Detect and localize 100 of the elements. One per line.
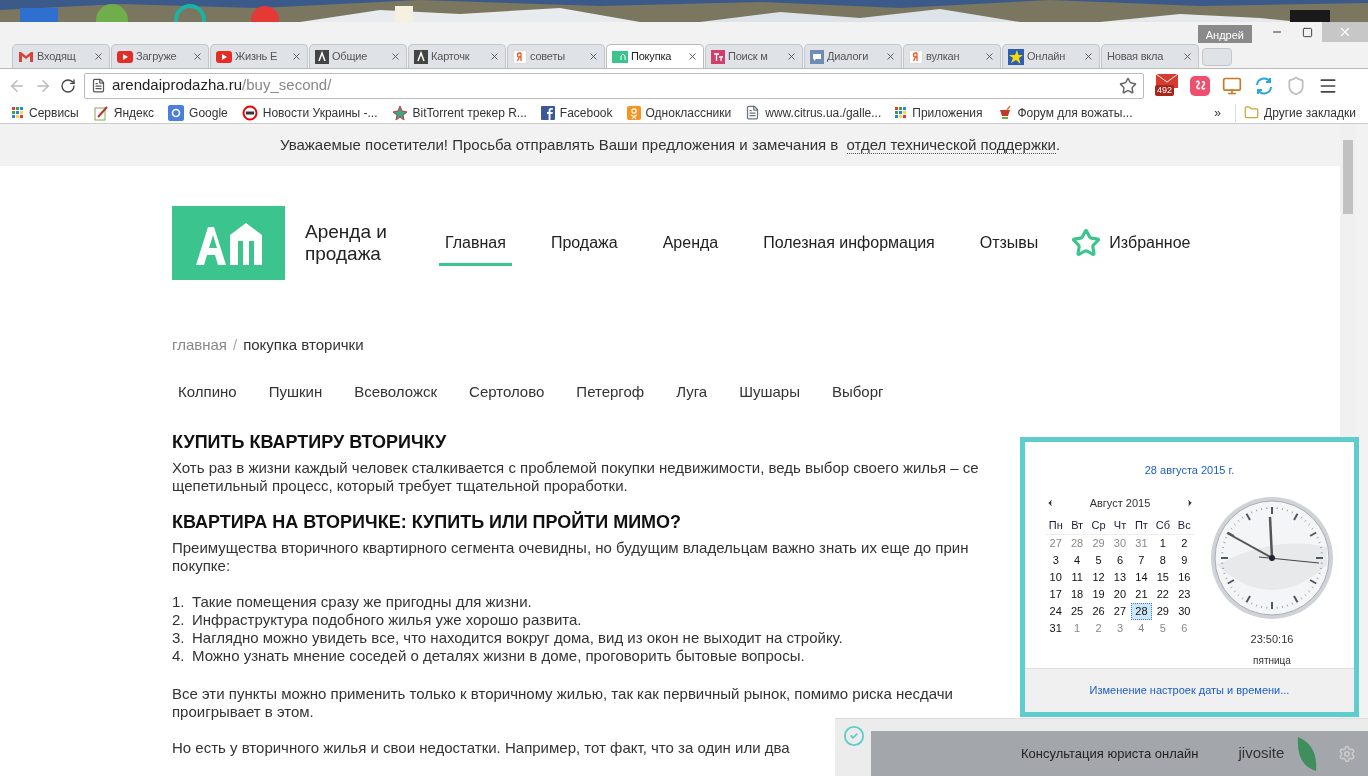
nav-link[interactable]: Главная (439, 220, 512, 266)
browser-tab[interactable]: Карточк (408, 44, 506, 68)
calendar-day[interactable]: 8 (1152, 551, 1174, 569)
bookmark-link[interactable]: Сервисы (29, 103, 79, 122)
nav-link[interactable]: Полезная информация (757, 220, 941, 266)
close-icon[interactable] (390, 51, 401, 62)
close-icon[interactable] (1083, 51, 1094, 62)
city-link[interactable]: Шушары (739, 380, 800, 403)
bookmark-folder[interactable]: Другие закладки (1264, 103, 1356, 122)
chat-bar[interactable]: Консультация юриста онлайн jivosite (871, 731, 1368, 776)
calendar-day[interactable]: 26 (1087, 602, 1110, 620)
close-icon[interactable] (93, 51, 104, 62)
calendar-day[interactable]: 31 (1045, 619, 1067, 637)
calendar-day[interactable]: 1 (1066, 619, 1088, 637)
support-link[interactable]: отдел технической поддержки (846, 135, 1056, 154)
calendar-day[interactable]: 4 (1130, 619, 1153, 637)
calendar-day[interactable]: 9 (1173, 551, 1195, 569)
city-link[interactable]: Всеволожск (354, 380, 438, 403)
browser-tab[interactable]: Жизнь Е (210, 44, 308, 68)
close-icon[interactable] (489, 51, 500, 62)
browser-tab[interactable]: Новая вкла (1101, 44, 1199, 68)
close-icon[interactable] (291, 51, 302, 62)
calendar-day[interactable]: 1 (1152, 534, 1174, 552)
browser-tab[interactable]: Диалоги (804, 44, 902, 68)
sync-arrows-icon[interactable] (1254, 75, 1274, 96)
calendar-day[interactable]: 23 (1173, 585, 1195, 603)
browser-tab[interactable]: Загруже (111, 44, 209, 68)
calendar-day[interactable]: 29 (1152, 602, 1174, 620)
calendar-day[interactable]: 13 (1109, 568, 1131, 586)
bookmark-link[interactable]: Одноклассники (645, 103, 732, 122)
bookmark-star-icon[interactable] (1119, 76, 1137, 95)
city-link[interactable]: Петергоф (576, 380, 645, 403)
calendar-day[interactable]: 2 (1087, 619, 1110, 637)
browser-tab[interactable]: Поиск м (705, 44, 803, 68)
calendar-day[interactable]: 2 (1173, 534, 1195, 552)
mail-extension-button[interactable]: 492 (1156, 73, 1178, 98)
browser-tab[interactable]: Покупка (606, 44, 704, 68)
close-icon[interactable] (885, 51, 896, 62)
nav-link[interactable]: Аренда (656, 220, 725, 266)
reload-icon[interactable] (60, 77, 76, 94)
favorites-link[interactable]: Избранное (1109, 231, 1191, 255)
browser-tab[interactable]: Входящ (12, 44, 110, 68)
calendar-day[interactable]: 30 (1173, 602, 1195, 620)
nav-link[interactable]: Продажа (544, 220, 624, 266)
calendar-day[interactable]: 20 (1109, 585, 1131, 603)
city-link[interactable]: Луга (676, 380, 708, 403)
calendar-day[interactable]: 19 (1087, 585, 1110, 603)
close-icon[interactable] (687, 51, 698, 62)
calendar-day[interactable]: 14 (1130, 568, 1153, 586)
bookmark-link[interactable]: Facebook (559, 103, 613, 122)
bookmark-link[interactable]: Google (189, 103, 228, 122)
city-link[interactable]: Сертолово (469, 380, 545, 403)
calendar-day[interactable]: 7 (1130, 551, 1153, 569)
browser-tab[interactable]: Онлайн (1002, 44, 1100, 68)
month-title[interactable]: Август 2015 (1089, 494, 1151, 511)
city-link[interactable]: Пушкин (268, 380, 323, 403)
calendar-day[interactable]: 5 (1152, 619, 1174, 637)
calendar-day[interactable]: 12 (1087, 568, 1110, 586)
scrollbar-thumb[interactable] (1343, 140, 1353, 214)
calendar-day[interactable]: 6 (1173, 619, 1195, 637)
calendar-day[interactable]: 28 (1130, 602, 1153, 620)
browser-tab[interactable]: вулкан (903, 44, 1001, 68)
bookmark-link[interactable]: www.citrus.ua./galle... (765, 103, 882, 122)
calendar-day[interactable]: 24 (1045, 602, 1067, 620)
next-month-icon[interactable] (1185, 497, 1195, 508)
close-icon[interactable] (984, 51, 995, 62)
calendar-day[interactable]: 28 (1066, 534, 1088, 552)
breadcrumb-link[interactable]: главная (172, 334, 227, 357)
bookmark-link[interactable]: Яндекс (113, 103, 155, 122)
calendar-day[interactable]: 27 (1045, 534, 1067, 552)
calendar-day[interactable]: 11 (1066, 568, 1088, 586)
calendar-day[interactable]: 15 (1152, 568, 1174, 586)
calendar-day[interactable]: 5 (1087, 551, 1110, 569)
city-link[interactable]: Выборг (831, 380, 884, 403)
browser-tab[interactable]: Общие (309, 44, 407, 68)
calendar-day[interactable]: 22 (1152, 585, 1174, 603)
calendar-day[interactable]: 27 (1109, 602, 1131, 620)
monitor-icon[interactable] (1222, 75, 1242, 96)
city-link[interactable]: Колпино (178, 380, 237, 403)
calendar-day[interactable]: 3 (1109, 619, 1131, 637)
calendar-day[interactable]: 16 (1173, 568, 1195, 586)
close-icon[interactable] (192, 51, 203, 62)
calendar-day[interactable]: 4 (1066, 551, 1088, 569)
calendar-day[interactable]: 18 (1066, 585, 1088, 603)
date-link[interactable]: 28 августа 2015 г. (1144, 462, 1235, 479)
calendar-day[interactable]: 17 (1045, 585, 1067, 603)
calendar-day[interactable]: 6 (1109, 551, 1131, 569)
calendar-day[interactable]: 29 (1087, 534, 1110, 552)
bookmark-link[interactable]: BitTorrent трекер R... (412, 103, 527, 122)
extension-icon[interactable] (1190, 75, 1210, 96)
previous-month-icon[interactable] (1045, 497, 1055, 508)
calendar-day[interactable]: 21 (1130, 585, 1153, 603)
address-bar[interactable]: arendaiprodazha.ru/buy_second/ (84, 72, 1144, 99)
bookmark-link[interactable]: Новости Украины -... (262, 103, 378, 122)
calendar-day[interactable]: 10 (1045, 568, 1067, 586)
calendar-day[interactable]: 30 (1109, 534, 1131, 552)
bookmark-link[interactable]: Форум для вожаты... (1017, 103, 1133, 122)
nav-link[interactable]: Отзывы (973, 220, 1045, 266)
browser-tab[interactable]: советы (507, 44, 605, 68)
more-bookmarks-button[interactable]: » (1214, 103, 1222, 122)
